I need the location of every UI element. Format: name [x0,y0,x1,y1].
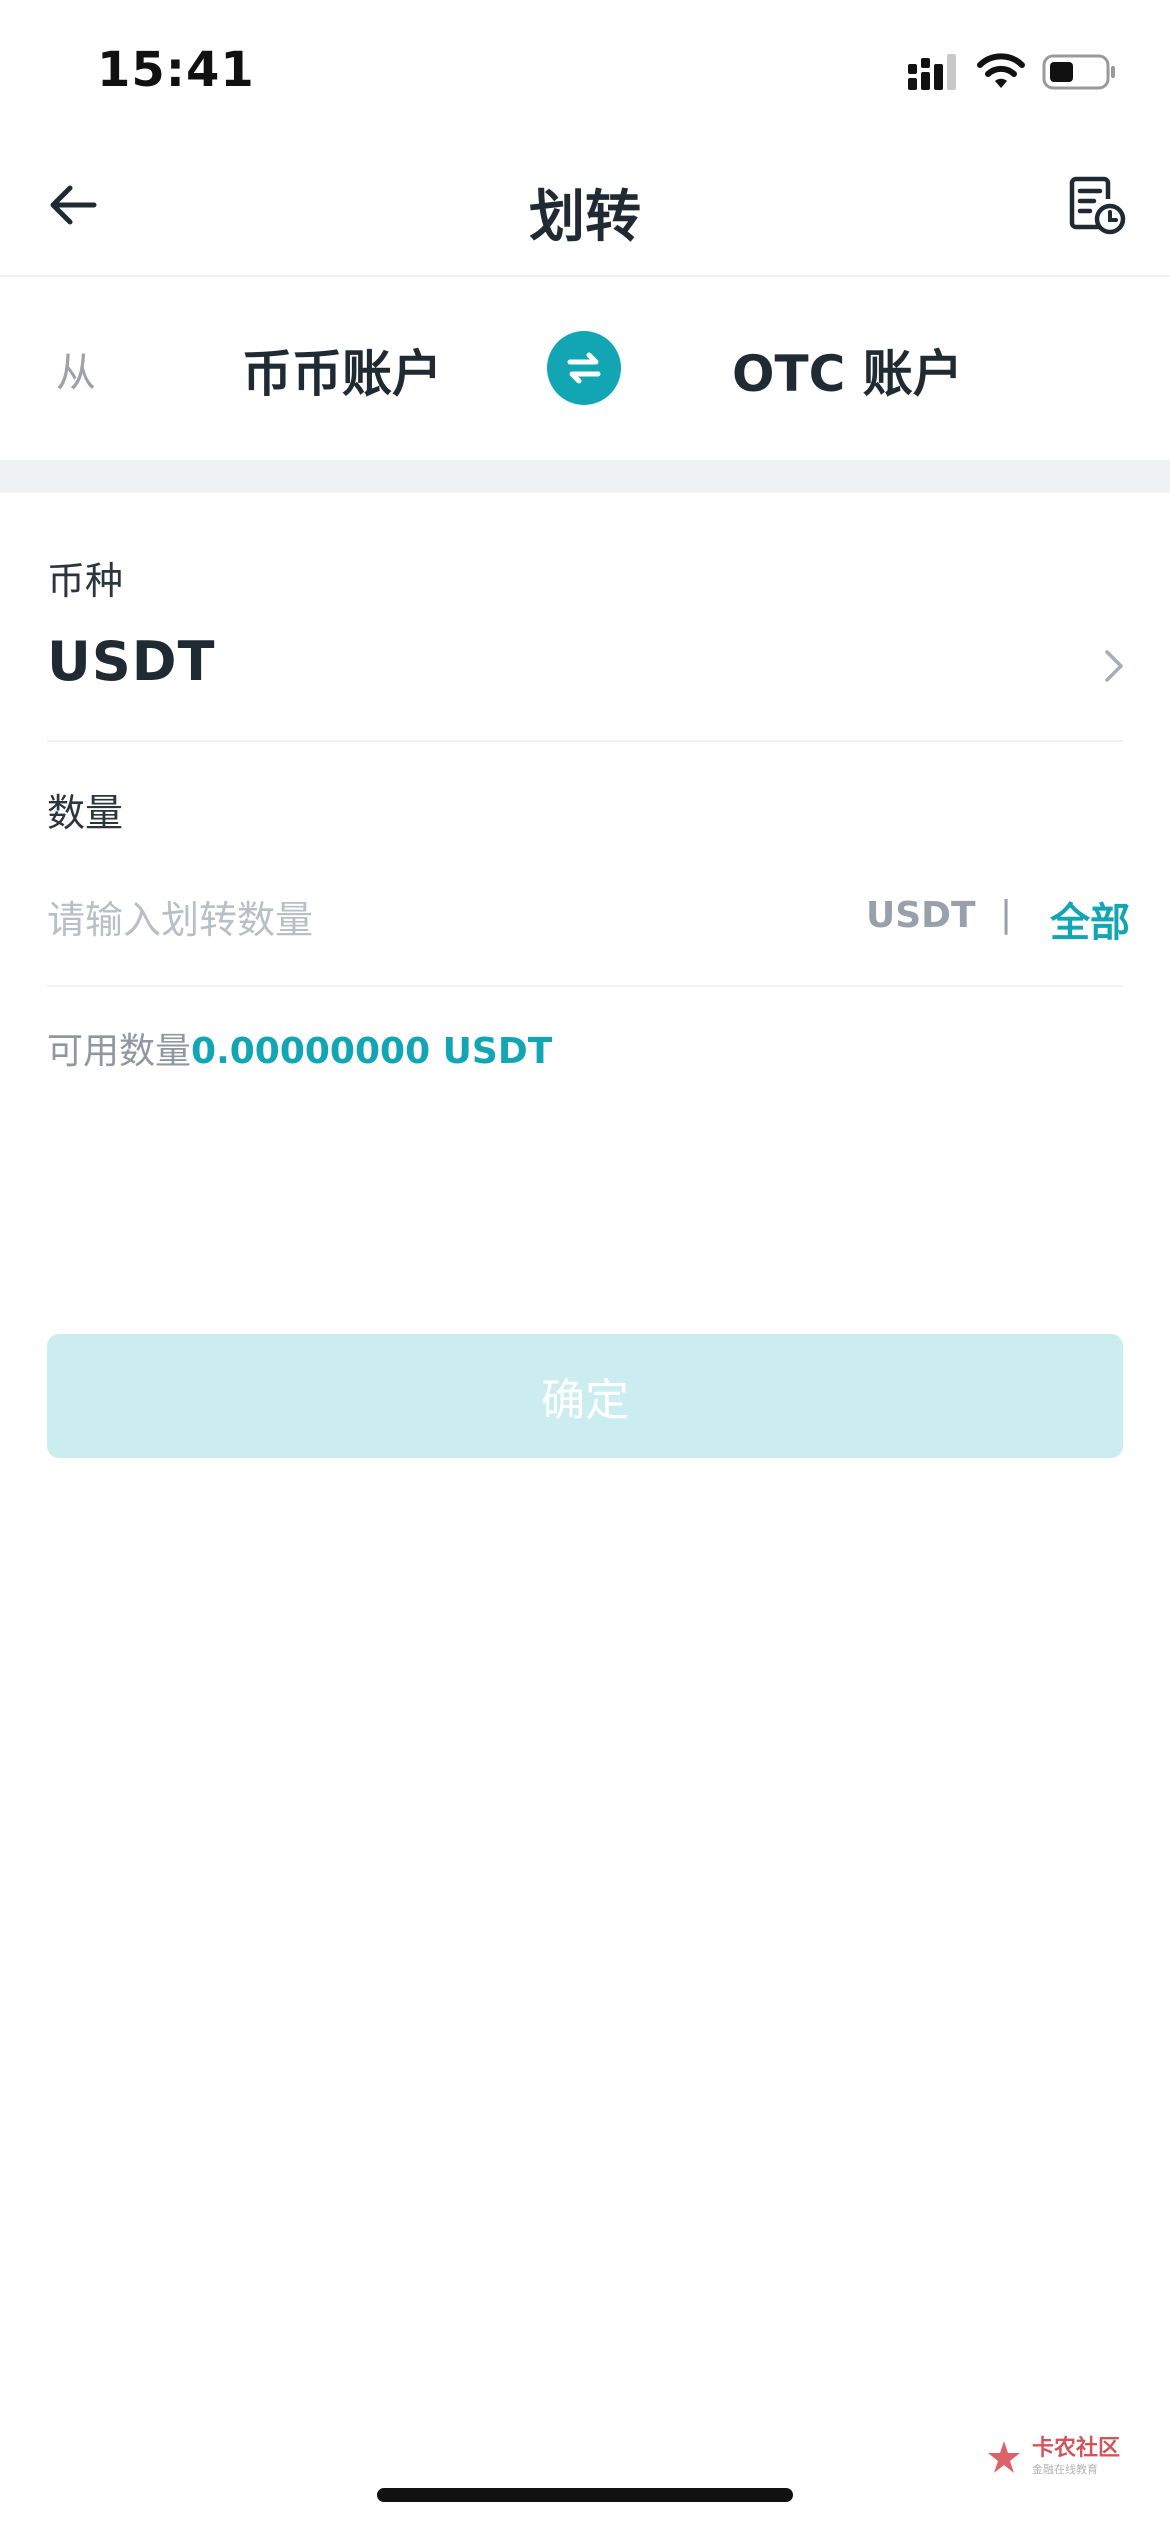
battery-icon [1042,54,1115,90]
home-indicator[interactable] [377,2488,793,2502]
quantity-input[interactable] [47,890,807,950]
watermark-subtitle: 金融在线教育 [1031,2463,1098,2476]
quantity-separator: | [1000,894,1013,935]
coin-label: 币种 [47,559,124,603]
coin-selector[interactable]: USDT [47,630,215,693]
cellular-signal-icon [908,54,956,90]
confirm-button[interactable]: 确定 [47,1334,1123,1458]
nav-divider [0,275,1170,277]
watermark-text: 卡农社区 金融在线教育 [1031,2436,1120,2476]
section-gap [0,460,1170,493]
watermark: 卡农社区 金融在线教育 [986,2438,1120,2475]
watermark-logo-icon [987,2440,1020,2473]
chevron-right-icon[interactable] [1102,648,1126,684]
quantity-label: 数量 [47,791,124,835]
available-label: 可用数量 [47,1031,192,1072]
quantity-divider [47,985,1123,987]
watermark-title: 卡农社区 [1031,2436,1120,2461]
page-title: 划转 [529,185,641,250]
swap-arrows-icon [567,352,601,384]
available-value: 0.00000000 USDT [191,1031,553,1072]
transfer-record-button[interactable] [1066,175,1126,235]
available-balance: 可用数量0.00000000 USDT [47,1022,552,1074]
from-account-selector[interactable]: 币币账户 [242,334,442,406]
wifi-icon [977,53,1025,88]
swap-accounts-button[interactable] [547,331,621,405]
all-amount-button[interactable]: 全部 [1050,890,1130,948]
to-account-selector[interactable]: OTC 账户 [732,334,963,406]
status-time: 15:41 [97,42,255,98]
coin-divider [47,740,1123,742]
from-label: 从 [56,350,96,396]
quantity-unit: USDT [866,895,976,936]
transfer-record-icon [1069,176,1126,235]
status-icons [906,52,1118,92]
